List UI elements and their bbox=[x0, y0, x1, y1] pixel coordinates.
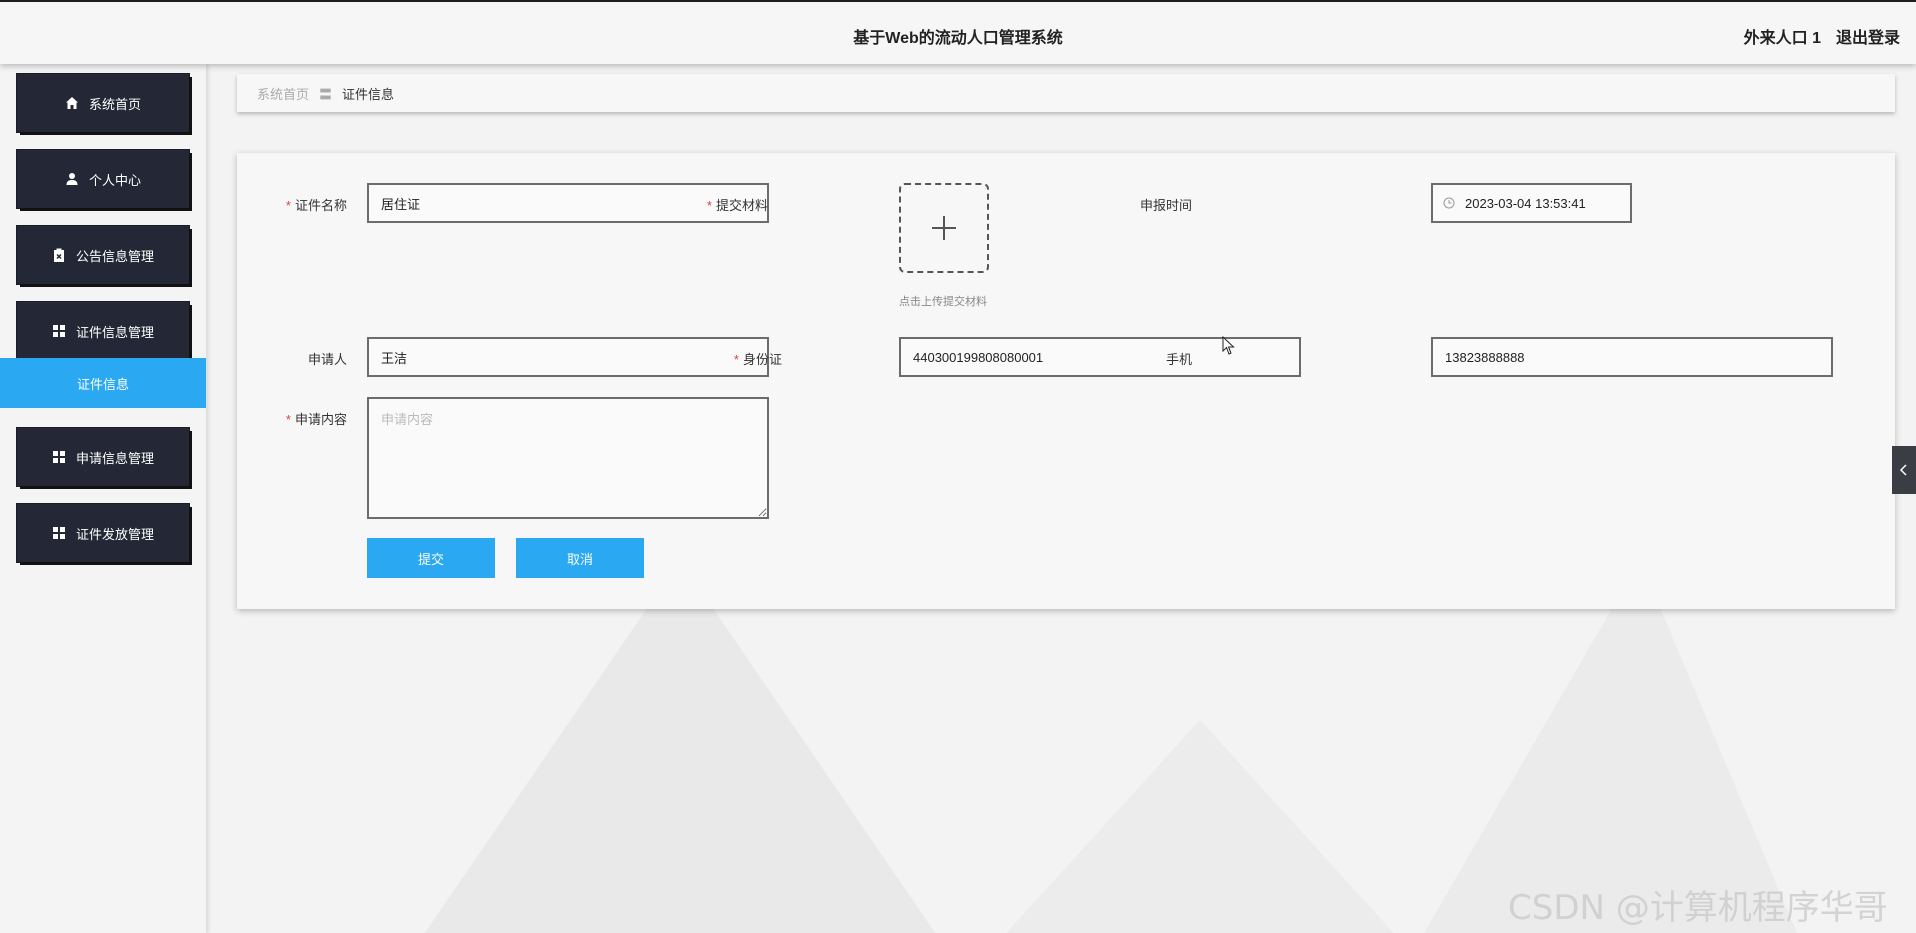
required-mark: * bbox=[285, 412, 291, 427]
top-header: 基于Web的流动人口管理系统 外来人口 1 退出登录 bbox=[0, 0, 1916, 64]
sidebar-item-issuance[interactable]: 证件发放管理 bbox=[17, 504, 189, 562]
cert-name-label: * 证件名称 bbox=[285, 198, 347, 213]
applicant-label: 申请人 bbox=[307, 352, 347, 367]
phone-input[interactable] bbox=[1431, 337, 1833, 377]
materials-label: * 提交材料 bbox=[706, 198, 768, 213]
home-icon bbox=[65, 97, 78, 109]
content-label: * 申请内容 bbox=[285, 412, 347, 427]
sidebar-item-applications[interactable]: 申请信息管理 bbox=[17, 428, 189, 486]
breadcrumb-home[interactable]: 系统首页 bbox=[257, 84, 309, 103]
sidebar-item-label: 证件信息管理 bbox=[75, 324, 154, 340]
required-mark: * bbox=[706, 198, 712, 213]
phone-label: 手机 bbox=[1165, 352, 1192, 367]
current-user: 外来人口 1 bbox=[1743, 30, 1821, 47]
background-decoration bbox=[420, 560, 940, 933]
grid-icon bbox=[52, 451, 65, 463]
submit-button[interactable]: 提交 bbox=[367, 538, 495, 578]
report-time-label: 申报时间 bbox=[1139, 198, 1192, 213]
sidebar-subitem-certificate-info[interactable]: 证件信息 bbox=[0, 358, 206, 408]
grid-icon bbox=[52, 325, 65, 337]
sidebar: 系统首页 个人中心 公告信息管理 证件信息管理 证件信息 申请信息管理 证件发放… bbox=[0, 64, 206, 933]
breadcrumb-separator: 〓 bbox=[319, 86, 333, 102]
report-time-picker[interactable]: 2023-03-04 13:53:41 bbox=[1431, 183, 1632, 223]
collapse-handle[interactable] bbox=[1892, 446, 1916, 494]
sidebar-item-label: 公告信息管理 bbox=[75, 248, 154, 264]
sidebar-item-label: 个人中心 bbox=[88, 172, 141, 188]
background-decoration bbox=[1420, 560, 1800, 933]
sidebar-item-label: 申请信息管理 bbox=[75, 450, 154, 466]
cancel-button[interactable]: 取消 bbox=[516, 538, 644, 578]
app-title: 基于Web的流动人口管理系统 bbox=[853, 30, 1063, 47]
sidebar-item-label: 系统首页 bbox=[88, 96, 141, 112]
breadcrumb: 系统首页 〓 证件信息 bbox=[237, 74, 1895, 112]
required-mark: * bbox=[285, 198, 291, 213]
watermark: CSDN @计算机程序华哥 bbox=[1508, 888, 1888, 928]
content-textarea[interactable] bbox=[367, 397, 769, 519]
clipboard-icon bbox=[53, 248, 64, 262]
sidebar-item-personal-center[interactable]: 个人中心 bbox=[17, 150, 189, 208]
chevron-left-icon bbox=[1899, 464, 1907, 476]
sidebar-item-certificates[interactable]: 证件信息管理 bbox=[17, 302, 189, 360]
grid-icon bbox=[52, 527, 65, 539]
sidebar-item-home[interactable]: 系统首页 bbox=[17, 74, 189, 132]
logout-link[interactable]: 退出登录 bbox=[1836, 24, 1900, 48]
certificate-form: *证件名称 *提交材料 点击上传提交材料 申报时间 2023-03-04 13:… bbox=[237, 153, 1895, 609]
user-icon bbox=[66, 173, 78, 185]
clock-icon bbox=[1443, 197, 1455, 209]
required-mark: * bbox=[733, 352, 739, 367]
sidebar-item-announcements[interactable]: 公告信息管理 bbox=[17, 226, 189, 284]
background-decoration bbox=[1000, 720, 1400, 933]
mouse-cursor-icon bbox=[1222, 336, 1235, 355]
plus-icon bbox=[932, 216, 956, 240]
breadcrumb-current: 证件信息 bbox=[342, 86, 395, 102]
upload-tip: 点击上传提交材料 bbox=[899, 296, 987, 308]
report-time-value: 2023-03-04 13:53:41 bbox=[1465, 195, 1586, 211]
upload-materials-button[interactable] bbox=[899, 183, 989, 273]
sidebar-item-label: 证件发放管理 bbox=[75, 526, 154, 542]
id-card-label: * 身份证 bbox=[733, 352, 782, 367]
